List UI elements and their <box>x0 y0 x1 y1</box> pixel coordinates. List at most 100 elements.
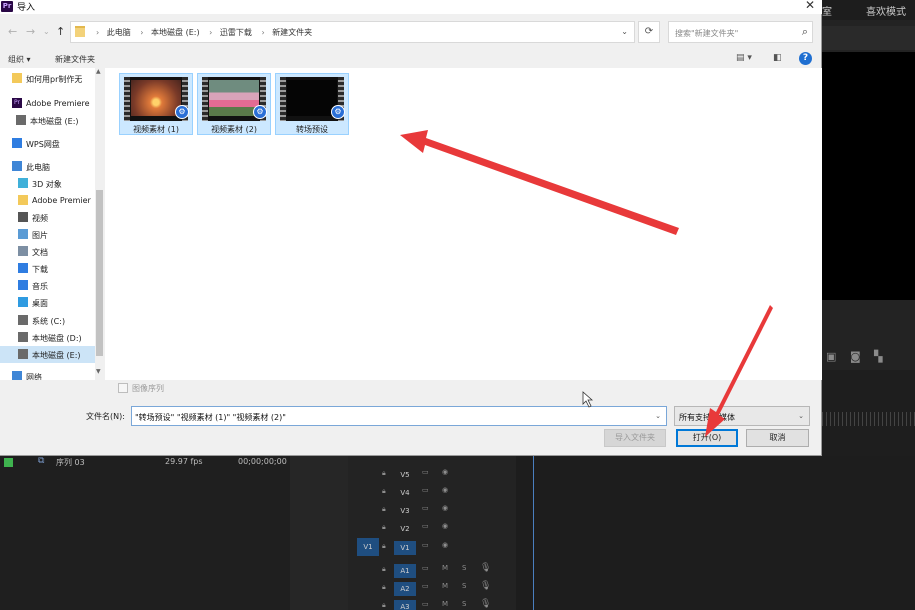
close-icon[interactable]: ✕ <box>805 0 815 12</box>
chevron-down-icon[interactable]: ⌄ <box>798 412 804 420</box>
nav-item[interactable]: WPS网盘 <box>0 135 96 152</box>
nav-item[interactable]: 本地磁盘 (E:) <box>0 112 96 129</box>
search-input[interactable]: 搜索"新建文件夹" ⌕ <box>668 21 813 43</box>
project-item-row[interactable]: ⧉ 序列 03 29.97 fps 00;00;00;00 <box>0 456 290 470</box>
mute-toggle[interactable]: M <box>442 582 448 590</box>
nav-item[interactable]: 图片 <box>0 226 96 243</box>
organize-button[interactable]: 组织 ▾ <box>8 54 31 65</box>
refresh-button[interactable]: ⟳ <box>638 21 660 43</box>
eye-icon[interactable]: ◉ <box>442 504 448 512</box>
file-item[interactable]: ⚙ 视频素材 (2) <box>197 73 271 135</box>
back-button[interactable]: ← <box>8 25 17 38</box>
microphone-icon[interactable]: 🎙︎ <box>480 599 491 609</box>
breadcrumb-separator[interactable]: › <box>209 28 212 37</box>
sync-lock-icon[interactable]: ▭ <box>422 600 429 608</box>
camera-icon[interactable]: ◙ <box>850 350 861 363</box>
filename-input[interactable]: "转场预设" "视频素材 (1)" "视频素材 (2)" ⌄ <box>131 406 667 426</box>
nav-item[interactable]: 此电脑 <box>0 158 96 175</box>
track-name[interactable]: V3 <box>394 504 416 518</box>
breadcrumb-separator[interactable]: › <box>140 28 143 37</box>
breadcrumb-item[interactable]: 迅雷下载 <box>220 28 252 37</box>
compare-icon[interactable]: ▚ <box>874 350 882 363</box>
sync-lock-icon[interactable]: ▭ <box>422 564 429 572</box>
sync-lock-icon[interactable]: ▭ <box>422 468 429 476</box>
track-name[interactable]: V4 <box>394 486 416 500</box>
nav-item[interactable]: 系统 (C:) <box>0 312 96 329</box>
eye-icon[interactable]: ◉ <box>442 541 448 549</box>
track-name[interactable]: V1 <box>394 541 416 555</box>
cancel-button[interactable]: 取消 <box>746 429 809 447</box>
new-folder-button[interactable]: 新建文件夹 <box>55 54 95 65</box>
sync-lock-icon[interactable]: ▭ <box>422 582 429 590</box>
nav-item[interactable]: Adobe Premier <box>0 192 96 209</box>
eye-icon[interactable]: ◉ <box>442 468 448 476</box>
import-folder-button[interactable]: 导入文件夹 <box>604 429 666 447</box>
nav-item[interactable]: 如何用pr制作无 <box>0 70 96 87</box>
safe-margins-icon[interactable]: ▣ <box>826 350 836 363</box>
mute-toggle[interactable]: M <box>442 600 448 608</box>
sync-lock-icon[interactable]: ▭ <box>422 522 429 530</box>
view-options-icon[interactable]: ▤ ▾ <box>736 53 752 63</box>
microphone-icon[interactable]: 🎙︎ <box>480 581 491 591</box>
breadcrumb-separator[interactable]: › <box>261 28 264 37</box>
scrollbar-thumb[interactable] <box>96 190 103 356</box>
lock-icon[interactable]: 🔒︎ <box>382 583 386 592</box>
nav-item[interactable]: 3D 对象 <box>0 175 96 192</box>
up-button[interactable]: ↑ <box>56 25 65 38</box>
sync-lock-icon[interactable]: ▭ <box>422 504 429 512</box>
breadcrumb-item[interactable]: 新建文件夹 <box>272 28 312 37</box>
nav-item[interactable]: 本地磁盘 (D:) <box>0 329 96 346</box>
sync-lock-icon[interactable]: ▭ <box>422 486 429 494</box>
track-name[interactable]: V2 <box>394 522 416 536</box>
chevron-down-icon[interactable]: ⌄ <box>655 412 661 420</box>
open-button[interactable]: 打开(O) <box>676 429 738 447</box>
recent-locations-button[interactable]: ⌄ <box>43 27 50 36</box>
lock-icon[interactable]: 🔒︎ <box>382 565 386 574</box>
workspace-tab[interactable]: 室 <box>822 3 832 18</box>
workspace-tab[interactable]: 喜欢模式 <box>866 3 906 18</box>
forward-button[interactable]: → <box>26 25 35 38</box>
lock-icon[interactable]: 🔒︎ <box>382 542 386 551</box>
preview-pane-icon[interactable]: ◧ <box>773 53 782 63</box>
nav-item[interactable]: 下载 <box>0 260 96 277</box>
file-item[interactable]: ⚙ 转场预设 <box>275 73 349 135</box>
sync-lock-icon[interactable]: ▭ <box>422 541 429 549</box>
solo-toggle[interactable]: S <box>462 600 466 608</box>
track-name[interactable]: A2 <box>394 582 416 596</box>
solo-toggle[interactable]: S <box>462 564 466 572</box>
filetype-select[interactable]: 所有支持的媒体 ⌄ <box>674 406 810 426</box>
breadcrumb-item[interactable]: 此电脑 <box>107 28 131 37</box>
nav-item[interactable]: 桌面 <box>0 294 96 311</box>
eye-icon[interactable]: ◉ <box>442 486 448 494</box>
microphone-icon[interactable]: 🎙︎ <box>480 563 491 573</box>
track-name[interactable]: V5 <box>394 468 416 482</box>
nav-item[interactable]: 本地磁盘 (E:) <box>0 346 96 363</box>
mute-toggle[interactable]: M <box>442 564 448 572</box>
timeline-ruler[interactable] <box>822 412 915 426</box>
track-name[interactable]: A1 <box>394 564 416 578</box>
breadcrumb-item[interactable]: 本地磁盘 (E:) <box>151 28 200 37</box>
eye-icon[interactable]: ◉ <box>442 522 448 530</box>
nav-item[interactable]: 文档 <box>0 243 96 260</box>
scroll-up-icon[interactable]: ▲ <box>96 68 101 75</box>
lock-icon[interactable]: 🔒︎ <box>382 601 386 610</box>
search-icon[interactable]: ⌕ <box>802 25 808 39</box>
source-patch-v1[interactable]: V1 <box>357 538 379 556</box>
lock-icon[interactable]: 🔒︎ <box>382 505 386 514</box>
nav-item[interactable]: 网络 <box>0 368 96 380</box>
nav-item[interactable]: 音乐 <box>0 277 96 294</box>
playhead[interactable] <box>533 456 534 610</box>
address-history-dropdown[interactable]: ⌄ <box>621 27 628 36</box>
address-bar[interactable]: › 此电脑 › 本地磁盘 (E:) › 迅雷下载 › 新建文件夹 ⌄ <box>70 21 635 43</box>
navigation-scrollbar[interactable]: ▲ ▼ <box>95 68 104 380</box>
nav-item[interactable]: Pr Adobe Premiere <box>0 95 96 112</box>
solo-toggle[interactable]: S <box>462 582 466 590</box>
scroll-down-icon[interactable]: ▼ <box>96 368 101 375</box>
lock-icon[interactable]: 🔒︎ <box>382 469 386 478</box>
file-item[interactable]: ⚙ 视频素材 (1) <box>119 73 193 135</box>
image-sequence-checkbox[interactable] <box>118 383 128 393</box>
lock-icon[interactable]: 🔒︎ <box>382 487 386 496</box>
track-name[interactable]: A3 <box>394 600 416 610</box>
lock-icon[interactable]: 🔒︎ <box>382 523 386 532</box>
help-icon[interactable]: ? <box>799 52 812 65</box>
